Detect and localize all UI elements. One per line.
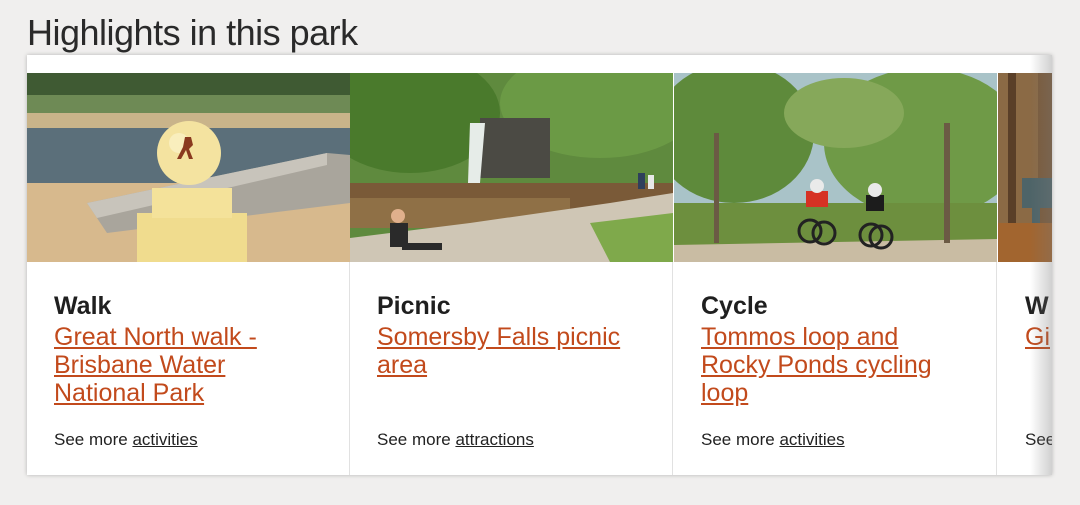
card-body: Walk Great North walk - Brisbane Water N… <box>54 291 324 407</box>
see-more-text: See <box>1025 430 1052 450</box>
card-body: Cycle Tommos loop and Rocky Ponds cyclin… <box>701 291 971 407</box>
card-category: Walk <box>54 292 112 320</box>
card-category: Cycle <box>701 292 768 320</box>
card-title-link[interactable]: Somersby Falls picnic area <box>377 323 647 379</box>
card-category: W <box>1025 292 1049 320</box>
see-more-attractions-link[interactable]: attractions <box>455 430 533 449</box>
see-more-prefix: See more <box>54 430 128 449</box>
see-more-prefix: See more <box>377 430 451 449</box>
highlights-carousel[interactable]: Walk Great North walk - Brisbane Water N… <box>27 55 1052 475</box>
card-title-link[interactable]: Great North walk - Brisbane Water Nation… <box>54 323 324 407</box>
card-body: Picnic Somersby Falls picnic area <box>377 291 647 379</box>
see-more-activities-link[interactable]: activities <box>779 430 844 449</box>
waterfall-pool-photo[interactable] <box>350 73 673 262</box>
highlight-card-cycle[interactable]: Cycle Tommos loop and Rocky Ponds cyclin… <box>674 73 997 475</box>
section-heading: Highlights in this park <box>27 12 358 53</box>
see-more-text: See more attractions <box>377 430 534 450</box>
walking-trail-marker-photo[interactable] <box>27 73 350 262</box>
see-more-activities-link[interactable]: activities <box>132 430 197 449</box>
see-more-text: See more activities <box>54 430 198 450</box>
see-more-text: See more activities <box>701 430 845 450</box>
highlight-card-walk[interactable]: Walk Great North walk - Brisbane Water N… <box>27 73 350 475</box>
mountain-bikers-photo[interactable] <box>674 73 997 262</box>
see-more-prefix: See <box>1025 430 1052 449</box>
signpost-forest-photo[interactable] <box>998 73 1052 262</box>
card-title-link[interactable]: Gi <box>1025 323 1052 351</box>
card-body: W Gi <box>1025 291 1052 351</box>
highlight-card-picnic[interactable]: Picnic Somersby Falls picnic area See mo… <box>350 73 673 475</box>
card-category: Picnic <box>377 292 451 320</box>
card-title-link[interactable]: Tommos loop and Rocky Ponds cycling loop <box>701 323 971 407</box>
highlight-card-partial[interactable]: W Gi See <box>998 73 1052 475</box>
see-more-prefix: See more <box>701 430 775 449</box>
